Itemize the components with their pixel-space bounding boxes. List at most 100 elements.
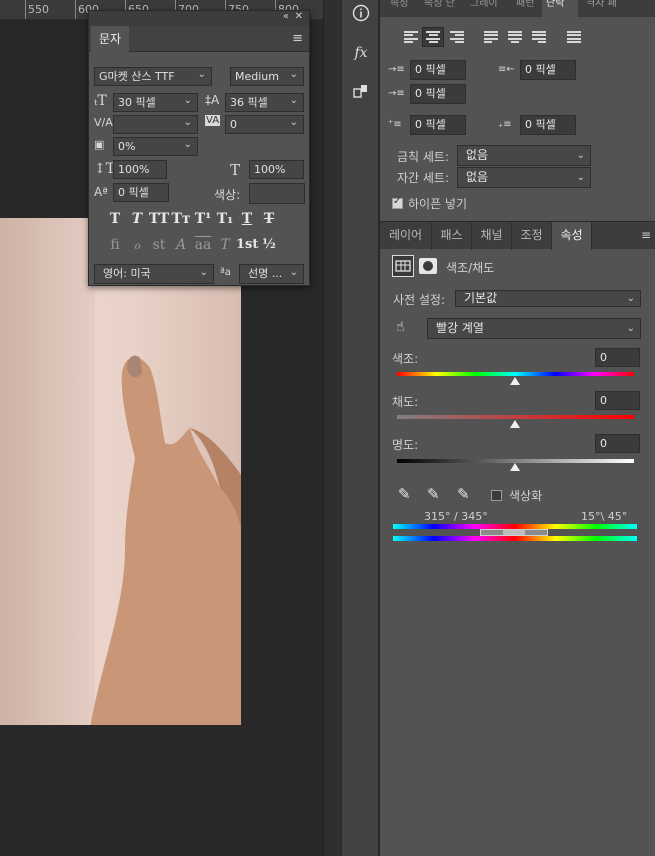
tab-pattern[interactable]: 패턴 bbox=[512, 0, 542, 17]
anti-alias-dropdown[interactable]: 선명 ... ⌄ bbox=[239, 264, 304, 284]
faux-bold-button[interactable]: T bbox=[104, 211, 126, 227]
collapse-icon[interactable]: « bbox=[283, 11, 289, 22]
eyedropper-icon[interactable]: ✎ bbox=[398, 485, 411, 503]
justify-center-button[interactable] bbox=[504, 27, 526, 47]
eyedropper-minus-icon[interactable]: ✎ bbox=[457, 485, 470, 503]
subscript-button[interactable]: T₁ bbox=[214, 211, 236, 227]
saturation-slider-track[interactable] bbox=[397, 415, 634, 419]
photo-image bbox=[0, 218, 241, 725]
leading-value: 36 픽셀 bbox=[230, 96, 268, 109]
range-left-label: 315° / 345° bbox=[424, 510, 488, 523]
kerning-field[interactable]: ⌄ bbox=[113, 115, 198, 134]
panel-menu-icon[interactable]: ≡ bbox=[641, 228, 651, 242]
kinsoku-dropdown[interactable]: 없음 ⌄ bbox=[457, 145, 591, 166]
indent-first-icon: →≡ bbox=[388, 88, 405, 99]
align-left-button[interactable] bbox=[400, 27, 422, 47]
saturation-label: 채도: bbox=[392, 395, 419, 409]
strikethrough-button[interactable]: T bbox=[258, 211, 280, 227]
tab-properties-b[interactable]: 속성 단 bbox=[420, 0, 462, 17]
language-dropdown[interactable]: 영어: 미국 ⌄ bbox=[94, 264, 214, 284]
info-icon[interactable] bbox=[348, 0, 374, 26]
stylistic-alternates-button[interactable]: aa bbox=[192, 237, 214, 253]
ruler-tick bbox=[75, 0, 76, 19]
horizontal-scale-icon: T bbox=[230, 161, 241, 179]
discretionary-ligatures-button[interactable]: st bbox=[148, 237, 170, 253]
superscript-button[interactable]: T¹ bbox=[192, 211, 214, 227]
lightness-field[interactable]: 0 bbox=[595, 434, 640, 453]
ligatures-button[interactable]: ﬁ bbox=[104, 237, 126, 253]
ordinals-button[interactable]: 1st bbox=[236, 237, 258, 252]
titling-alternates-button[interactable]: T bbox=[214, 237, 236, 253]
tracking-field[interactable]: 0 ⌄ bbox=[225, 115, 304, 134]
justify-all-button[interactable] bbox=[563, 27, 585, 47]
fractions-button[interactable]: ½ bbox=[258, 237, 280, 252]
preset-dropdown[interactable]: 기본값 ⌄ bbox=[455, 290, 641, 307]
color-swatch[interactable] bbox=[249, 183, 305, 204]
align-center-button[interactable] bbox=[422, 27, 444, 47]
leading-icon: ‡A bbox=[205, 93, 220, 107]
eyedropper-plus-icon[interactable]: ✎ bbox=[427, 485, 440, 503]
faux-italic-button[interactable]: T bbox=[126, 211, 148, 227]
color-range-selector[interactable] bbox=[480, 529, 548, 536]
targeted-adjust-hand-icon[interactable]: ☝ bbox=[396, 319, 405, 335]
baseline-shift-field[interactable]: 0 픽셀 bbox=[113, 183, 169, 202]
colorize-checkbox[interactable] bbox=[491, 490, 502, 501]
tab-gray[interactable]: 그레이 bbox=[466, 0, 508, 17]
saturation-slider-thumb[interactable] bbox=[510, 420, 520, 428]
tab-properties-a[interactable]: 속성 bbox=[386, 0, 416, 17]
tab-layers[interactable]: 레이어 bbox=[380, 222, 432, 250]
hue-field[interactable]: 0 bbox=[595, 348, 640, 367]
hyphenate-checkbox[interactable] bbox=[392, 196, 403, 209]
tab-paragraph[interactable]: 단락 bbox=[542, 0, 578, 17]
preset-value: 기본값 bbox=[464, 291, 498, 305]
adjustment-layer-icon[interactable] bbox=[392, 255, 414, 277]
underline-button[interactable]: T bbox=[236, 211, 258, 227]
tab-channels[interactable]: 채널 bbox=[472, 222, 512, 250]
all-caps-button[interactable]: TT bbox=[148, 211, 170, 227]
lightness-slider-thumb[interactable] bbox=[510, 463, 520, 471]
character-panel-titlebar[interactable]: « ✕ bbox=[89, 11, 309, 26]
swash-button[interactable]: A bbox=[170, 237, 192, 253]
align-right-button[interactable] bbox=[446, 27, 468, 47]
hue-slider-thumb[interactable] bbox=[510, 377, 520, 385]
opentype-buttons: ﬁ ℴ st A aa T 1st ½ bbox=[104, 237, 304, 257]
small-caps-button[interactable]: Tт bbox=[170, 211, 192, 227]
paragraph-styles-icon[interactable] bbox=[348, 78, 374, 104]
tab-properties[interactable]: 속성 bbox=[552, 222, 592, 250]
justify-left-button[interactable] bbox=[480, 27, 502, 47]
fx-styles-icon[interactable]: fx bbox=[348, 40, 374, 66]
chevron-down-icon: ⌄ bbox=[626, 293, 635, 304]
contextual-alternates-button[interactable]: ℴ bbox=[126, 237, 148, 253]
panel-menu-icon[interactable]: ≡ bbox=[292, 31, 303, 46]
space-before-field[interactable]: 0 픽셀 bbox=[410, 115, 466, 135]
space-after-icon: ₊≡ bbox=[498, 119, 512, 130]
mojikumi-dropdown[interactable]: 없음 ⌄ bbox=[457, 167, 591, 188]
mask-icon[interactable] bbox=[419, 258, 437, 274]
justify-right-button[interactable] bbox=[528, 27, 550, 47]
indent-right-field[interactable]: 0 픽셀 bbox=[520, 60, 576, 80]
leading-field[interactable]: 36 픽셀 ⌄ bbox=[225, 93, 304, 112]
range-dropdown[interactable]: 빨강 계열 ⌄ bbox=[427, 318, 641, 339]
colorize-label: 색상화 bbox=[509, 489, 543, 503]
saturation-field[interactable]: 0 bbox=[595, 391, 640, 410]
font-style-dropdown[interactable]: Medium ⌄ bbox=[230, 67, 304, 86]
tab-adjustments[interactable]: 조정 bbox=[512, 222, 552, 250]
space-before-icon: ⁺≡ bbox=[388, 119, 402, 130]
vertical-scale-field[interactable]: 100% bbox=[113, 160, 167, 179]
color-range-bar-bottom bbox=[393, 536, 637, 541]
indent-left-field[interactable]: 0 픽셀 bbox=[410, 60, 466, 80]
tab-paths[interactable]: 패스 bbox=[432, 222, 472, 250]
range-right-label: 15°\ 45° bbox=[581, 510, 628, 523]
tab-character[interactable]: 문자 bbox=[91, 26, 129, 52]
space-after-field[interactable]: 0 픽셀 bbox=[520, 115, 576, 135]
font-family-dropdown[interactable]: G마켓 산스 TTF ⌄ bbox=[94, 67, 212, 86]
close-icon[interactable]: ✕ bbox=[295, 11, 303, 22]
font-size-field[interactable]: 30 픽셀 ⌄ bbox=[113, 93, 198, 112]
horizontal-scale-field[interactable]: 100% bbox=[249, 160, 304, 179]
anti-alias-icon: ªa bbox=[220, 267, 231, 278]
faux-style-buttons: T T TT Tт T¹ T₁ T T bbox=[104, 211, 304, 231]
hue-slider-track[interactable] bbox=[397, 372, 634, 376]
tsume-field[interactable]: 0% ⌄ bbox=[113, 137, 198, 156]
indent-first-field[interactable]: 0 픽셀 bbox=[410, 84, 466, 104]
tab-grid[interactable]: 격자 패 bbox=[582, 0, 626, 17]
